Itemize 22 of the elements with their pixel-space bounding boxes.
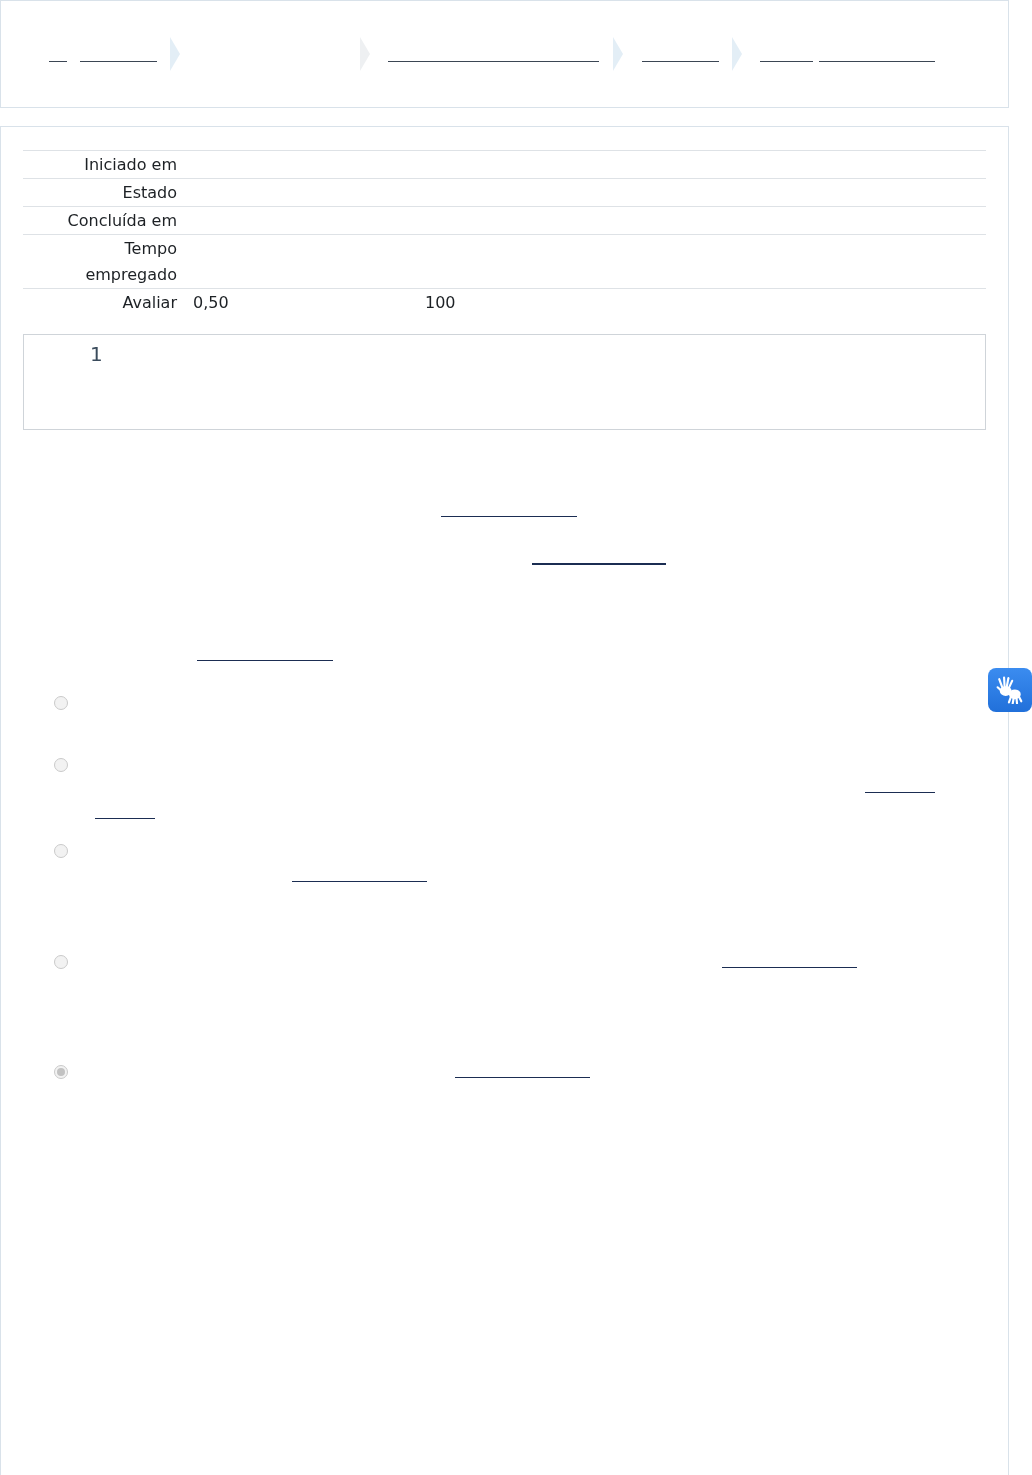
link-underline <box>95 818 155 819</box>
field-label: Tempo empregado <box>84 238 177 286</box>
field-label: Concluída em <box>67 210 177 232</box>
radio-button[interactable] <box>54 844 68 858</box>
hands-icon <box>996 676 1024 704</box>
field-label: Estado <box>122 182 177 204</box>
radio-button[interactable] <box>54 758 68 772</box>
question-number: 1 <box>90 341 103 367</box>
link-underline <box>49 61 67 62</box>
radio-button[interactable] <box>54 696 68 710</box>
chevron-icon <box>732 37 742 71</box>
radio-button[interactable] <box>54 1065 68 1079</box>
field-value: 0,50 <box>193 292 230 314</box>
sign-language-button[interactable] <box>988 668 1032 712</box>
link-underline <box>865 792 935 793</box>
field-label: Avaliar <box>122 292 177 314</box>
radio-button[interactable] <box>54 955 68 969</box>
field-label: Iniciado em <box>84 154 177 176</box>
field-value: 100 <box>425 292 456 314</box>
chevron-icon <box>170 37 180 71</box>
link-underline <box>760 61 813 62</box>
chevron-icon <box>613 37 623 71</box>
